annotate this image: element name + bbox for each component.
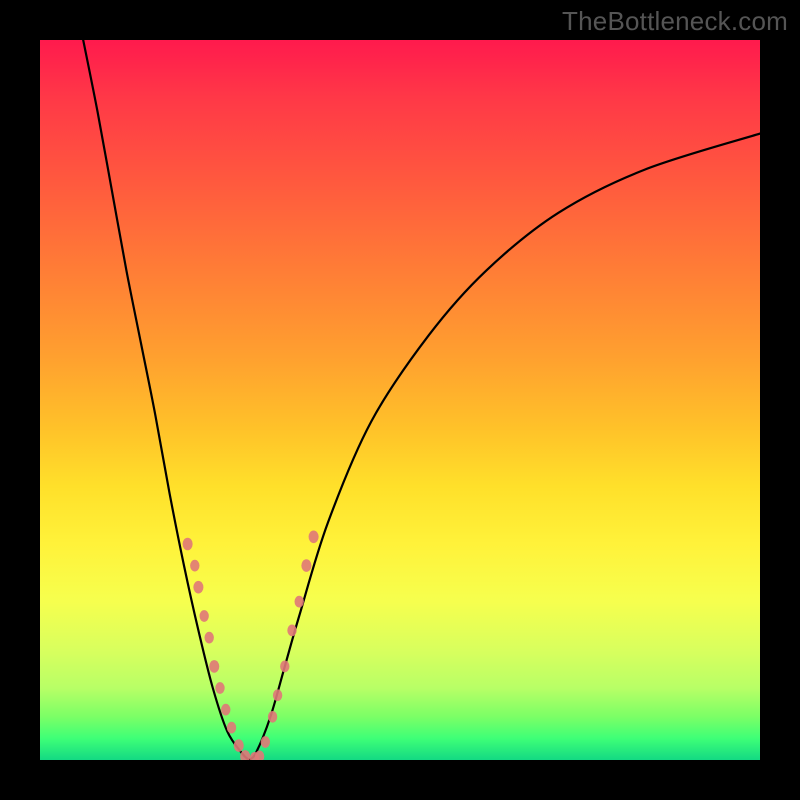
data-marker <box>215 682 224 694</box>
data-marker <box>287 625 296 637</box>
data-marker <box>295 596 304 608</box>
data-marker <box>199 610 208 622</box>
data-marker <box>280 661 289 673</box>
data-marker <box>309 531 319 544</box>
data-marker <box>221 704 230 716</box>
curve-left <box>83 40 249 760</box>
data-marker <box>193 581 203 594</box>
data-marker <box>205 632 214 644</box>
curve-right <box>249 134 760 760</box>
data-marker <box>227 722 236 734</box>
data-marker <box>190 560 199 572</box>
data-marker <box>268 711 277 723</box>
chart-svg <box>40 40 760 760</box>
data-marker <box>273 689 282 701</box>
data-marker <box>209 660 219 673</box>
data-marker <box>301 559 311 572</box>
plot-area <box>40 40 760 760</box>
data-marker <box>234 739 244 752</box>
chart-frame: TheBottleneck.com <box>0 0 800 800</box>
data-marker <box>261 736 270 748</box>
watermark-text: TheBottleneck.com <box>562 6 788 37</box>
data-marker <box>183 538 193 551</box>
